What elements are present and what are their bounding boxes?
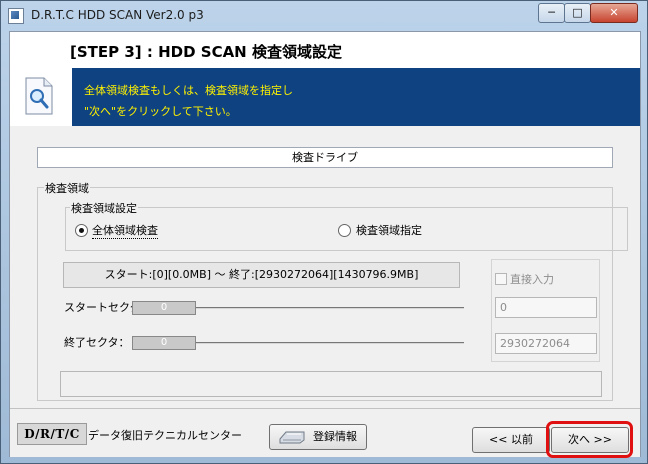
title-bar[interactable]: D.R.T.C HDD SCAN Ver2.0 p3 ─ □ ✕ [1, 1, 647, 31]
app-window: D.R.T.C HDD SCAN Ver2.0 p3 ─ □ ✕ [STEP 3… [0, 0, 648, 464]
main-content: 検査ドライブ 検査領域 検査領域設定 全体領域検査 検査領域指定 スタート:[0… [10, 126, 640, 406]
step-title: [STEP 3] : HDD SCAN 検査領域設定 [70, 43, 342, 61]
info-band: 全体領域検査もしくは、検査領域を指定し "次へ"をクリックして下さい。 [10, 68, 640, 126]
drtc-logo: D/R/T/C [17, 423, 87, 445]
company-name: データ復旧テクニカルセンター [88, 429, 242, 442]
instruction-panel: 全体領域検査もしくは、検査領域を指定し "次へ"をクリックして下さい。 [72, 68, 640, 126]
minimize-button[interactable]: ─ [538, 3, 565, 23]
direct-input-panel [491, 259, 600, 362]
window-title: D.R.T.C HDD SCAN Ver2.0 p3 [31, 8, 204, 22]
status-bar [60, 371, 602, 397]
client-area: [STEP 3] : HDD SCAN 検査領域設定 全体領域検査もしくは、検査… [9, 31, 641, 458]
scan-area-settings-group: 検査領域設定 全体領域検査 検査領域指定 [65, 200, 628, 251]
step-header: [STEP 3] : HDD SCAN 検査領域設定 [10, 32, 640, 68]
registration-info-label: 登録情報 [313, 430, 357, 443]
previous-button[interactable]: << 以前 [472, 427, 550, 453]
scanner-icon [279, 431, 305, 444]
specified-area-radio[interactable] [338, 224, 351, 237]
registration-info-button[interactable]: 登録情報 [269, 424, 367, 450]
document-search-icon [25, 77, 53, 115]
scan-area-settings-label: 検査領域設定 [70, 200, 138, 216]
end-sector-label: 終了セクタ： [64, 336, 130, 349]
range-display: スタート:[0][0.0MB] ～ 終了:[2930272064][143079… [63, 262, 460, 288]
specified-area-label[interactable]: 検査領域指定 [356, 222, 422, 238]
instruction-line-1: 全体領域検査もしくは、検査領域を指定し [84, 84, 293, 97]
maximize-button[interactable]: □ [564, 3, 591, 23]
scan-area-label: 検査領域 [44, 180, 90, 196]
close-button[interactable]: ✕ [590, 3, 638, 23]
scan-area-group: 検査領域 検査領域設定 全体領域検査 検査領域指定 スタート:[0][0.0MB… [37, 180, 628, 401]
footer: D/R/T/C データ復旧テクニカルセンター 登録情報 << 以前 次へ >> [10, 408, 640, 458]
highlight-outline [546, 421, 633, 458]
inspection-drive-field[interactable]: 検査ドライブ [37, 147, 613, 168]
start-sector-thumb[interactable]: 0 [132, 301, 196, 315]
app-icon [8, 8, 24, 24]
full-area-label[interactable]: 全体領域検査 [92, 222, 158, 239]
full-area-radio[interactable] [75, 224, 88, 237]
end-sector-thumb[interactable]: 0 [132, 336, 196, 350]
instruction-line-2: "次へ"をクリックして下さい。 [84, 105, 237, 118]
